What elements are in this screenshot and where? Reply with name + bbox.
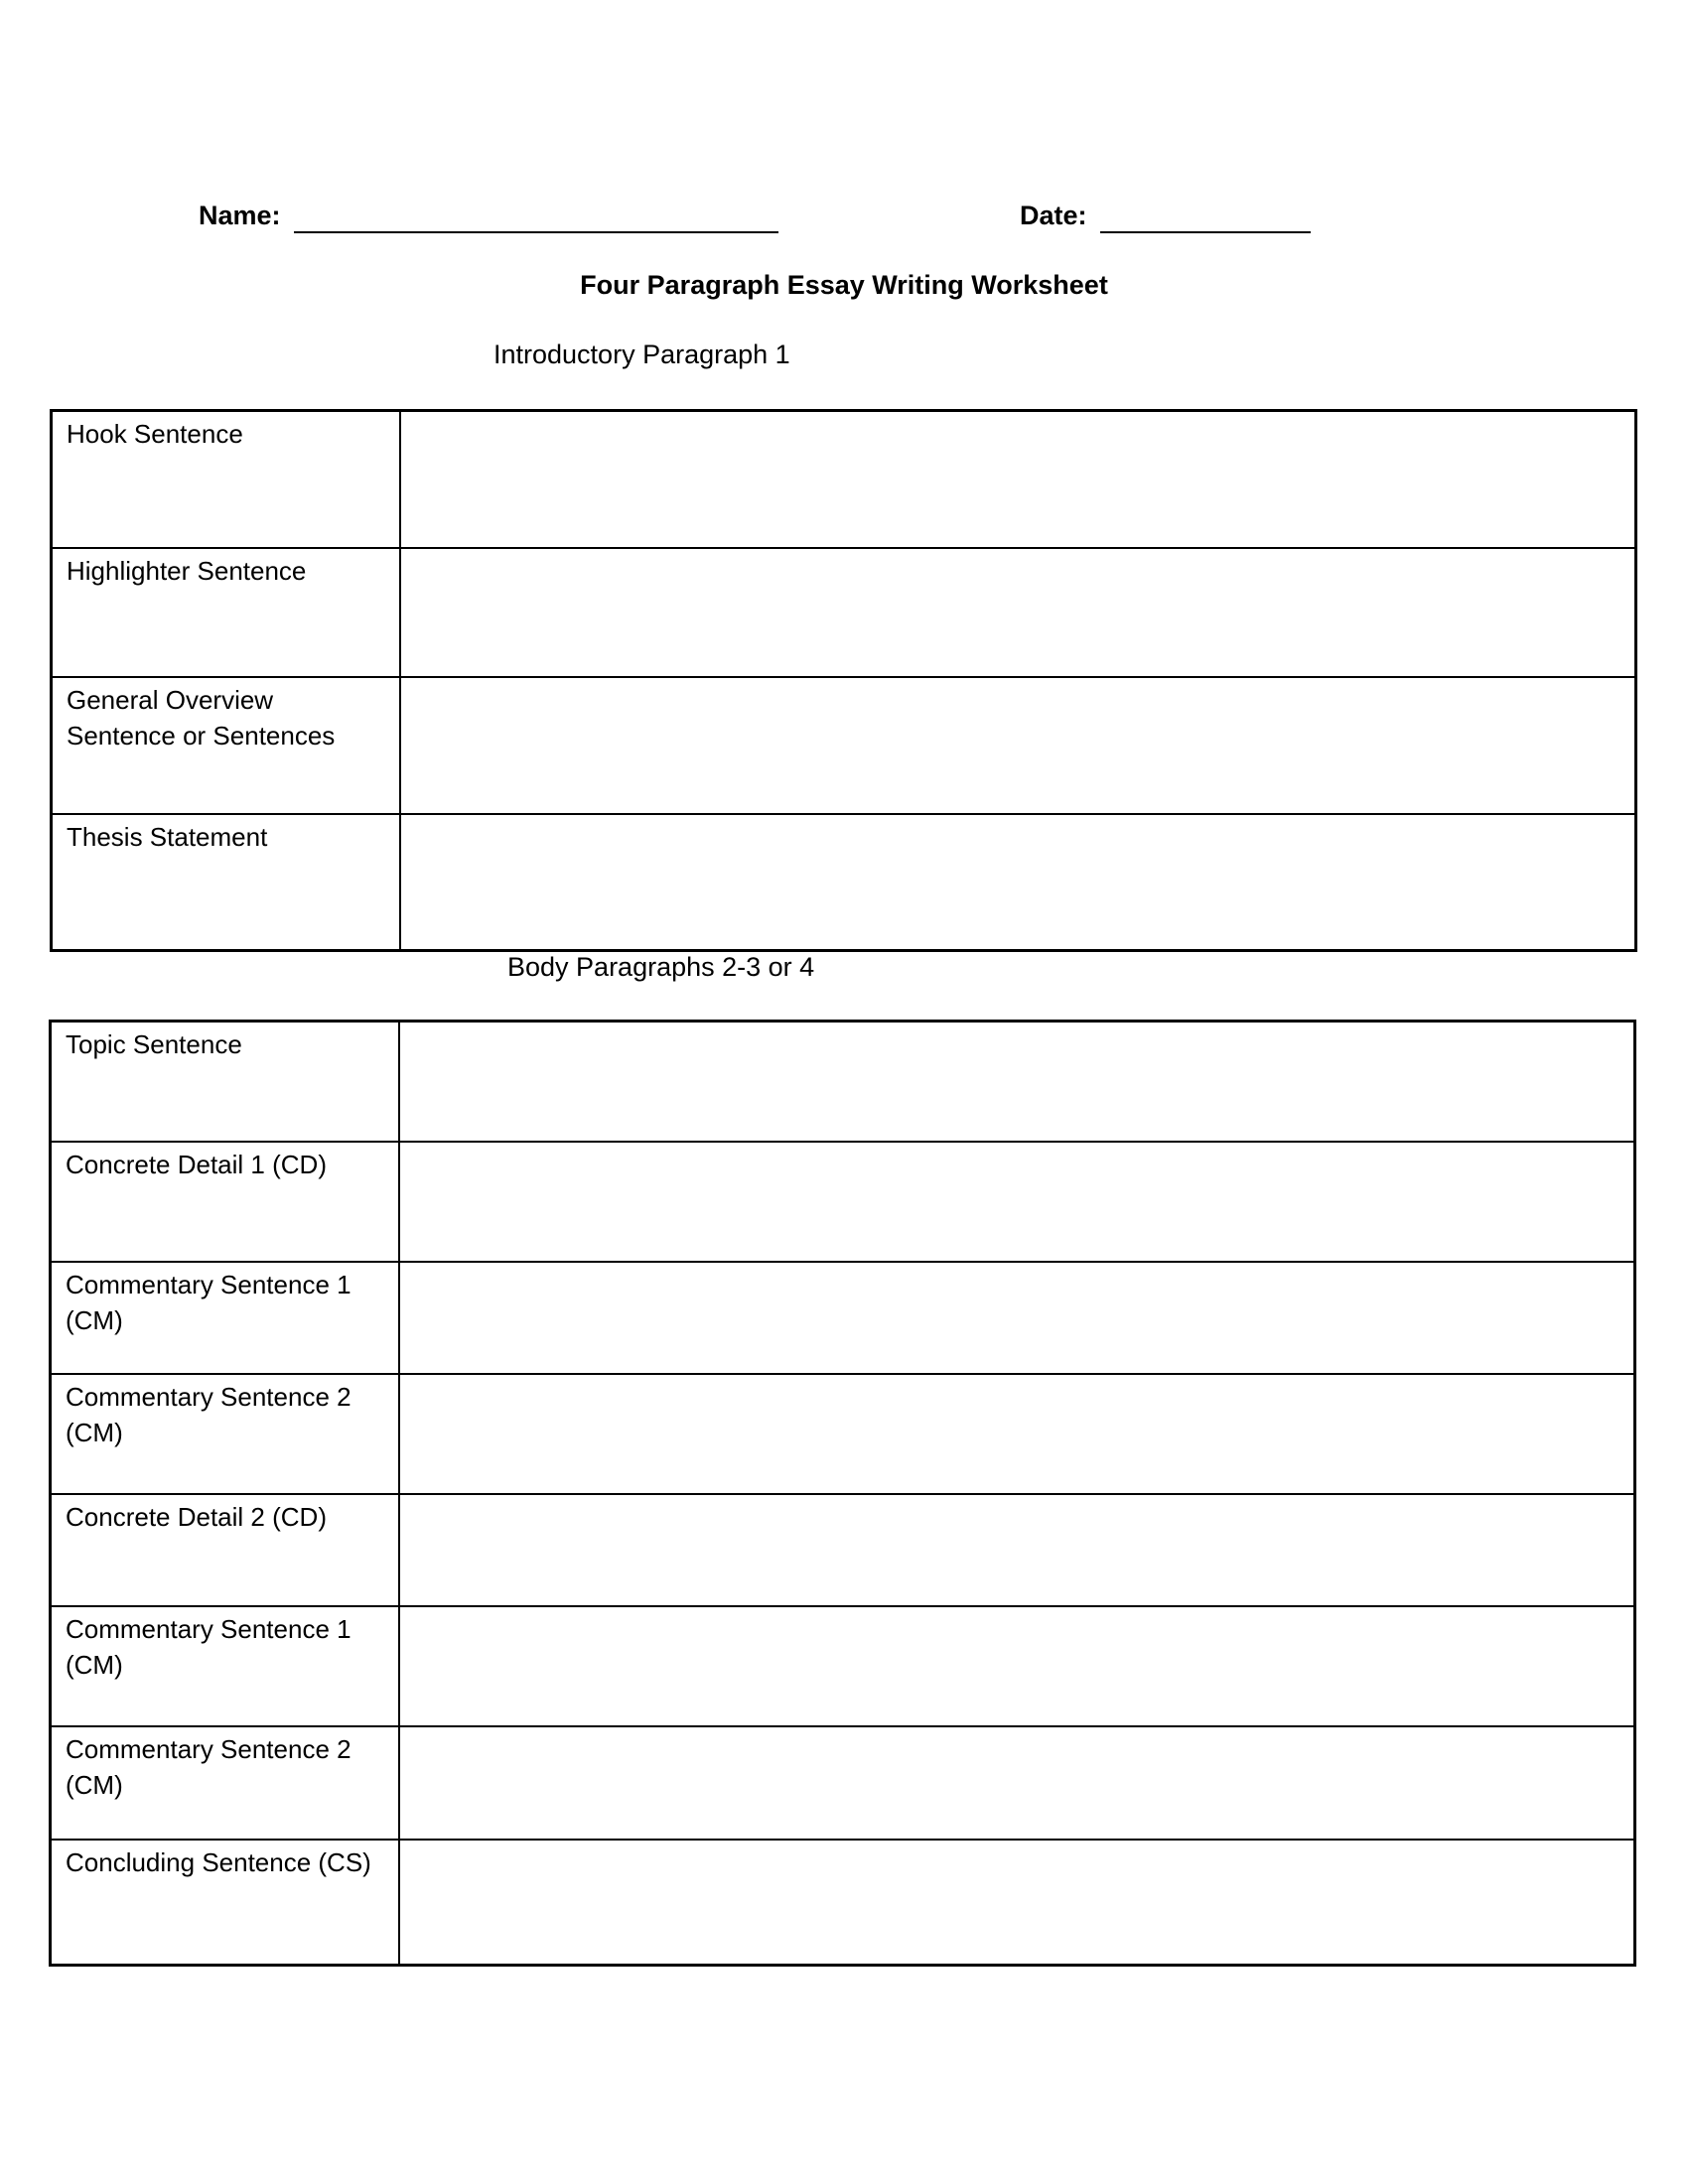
row-label: Concrete Detail 2 (CD) — [49, 1492, 400, 1607]
row-label: Topic Sentence — [49, 1020, 400, 1143]
intro-table: Hook Sentence Highlighter Sentence Gener… — [50, 409, 1637, 952]
date-label: Date: — [1020, 201, 1087, 230]
answer-cell[interactable] — [397, 1140, 1636, 1263]
table-row: Commentary Sentence 2 (CM) — [49, 1724, 1636, 1841]
answer-cell[interactable] — [397, 1492, 1636, 1607]
table-row: Commentary Sentence 1 (CM) — [49, 1260, 1636, 1375]
row-label: Thesis Statement — [50, 812, 401, 952]
row-label: General Overview Sentence or Sentences — [50, 675, 401, 815]
answer-cell[interactable] — [397, 1604, 1636, 1727]
row-label: Commentary Sentence 1 (CM) — [49, 1260, 400, 1375]
row-label: Concluding Sentence (CS) — [49, 1838, 400, 1967]
answer-cell[interactable] — [398, 409, 1637, 549]
row-label: Commentary Sentence 1 (CM) — [49, 1604, 400, 1727]
table-row: Highlighter Sentence — [50, 546, 1637, 678]
answer-cell[interactable] — [397, 1020, 1636, 1143]
row-label: Highlighter Sentence — [50, 546, 401, 678]
table-row: Hook Sentence — [50, 409, 1637, 549]
answer-cell[interactable] — [397, 1260, 1636, 1375]
name-field: Name: — [199, 201, 779, 233]
answer-cell[interactable] — [397, 1838, 1636, 1967]
body-heading: Body Paragraphs 2-3 or 4 — [507, 952, 815, 982]
table-row: Topic Sentence — [49, 1020, 1636, 1143]
intro-heading: Introductory Paragraph 1 — [493, 340, 790, 369]
table-row: Concrete Detail 1 (CD) — [49, 1140, 1636, 1263]
table-row: Concluding Sentence (CS) — [49, 1838, 1636, 1967]
table-row: Concrete Detail 2 (CD) — [49, 1492, 1636, 1607]
table-row: Commentary Sentence 1 (CM) — [49, 1604, 1636, 1727]
table-row: General Overview Sentence or Sentences — [50, 675, 1637, 815]
answer-cell[interactable] — [398, 546, 1637, 678]
date-field: Date: — [1020, 201, 1312, 233]
answer-cell[interactable] — [397, 1724, 1636, 1841]
row-label: Commentary Sentence 2 (CM) — [49, 1372, 400, 1495]
name-label: Name: — [199, 201, 281, 230]
table-row: Thesis Statement — [50, 812, 1637, 952]
answer-cell[interactable] — [397, 1372, 1636, 1495]
row-label: Commentary Sentence 2 (CM) — [49, 1724, 400, 1841]
answer-cell[interactable] — [398, 675, 1637, 815]
table-row: Commentary Sentence 2 (CM) — [49, 1372, 1636, 1495]
row-label: Hook Sentence — [50, 409, 401, 549]
page-title: Four Paragraph Essay Writing Worksheet — [580, 270, 1108, 300]
name-input-line[interactable] — [294, 201, 779, 233]
answer-cell[interactable] — [398, 812, 1637, 952]
row-label: Concrete Detail 1 (CD) — [49, 1140, 400, 1263]
body-table: Topic Sentence Concrete Detail 1 (CD) Co… — [49, 1020, 1636, 1967]
date-input-line[interactable] — [1100, 201, 1312, 233]
